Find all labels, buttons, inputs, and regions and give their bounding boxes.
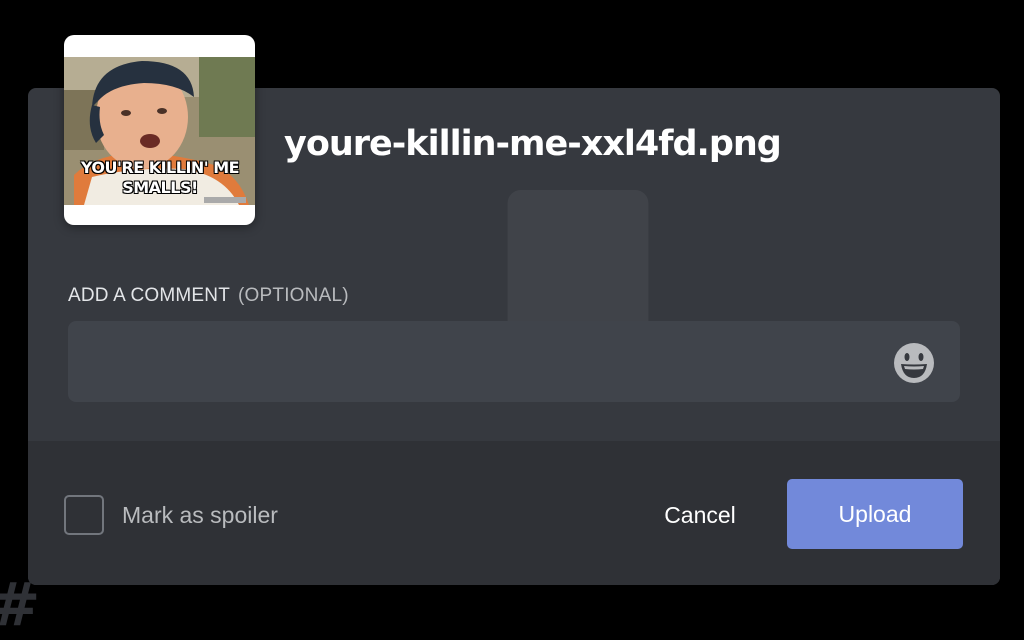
file-name: youre-killin-me-xxl4fd.png <box>284 124 782 164</box>
spoiler-checkbox[interactable] <box>64 495 104 535</box>
modal-footer: Mark as spoiler Cancel Upload <box>28 441 1000 585</box>
meme-caption-line-2: SMALLS! <box>122 178 198 197</box>
smiling-face-icon[interactable] <box>892 341 936 385</box>
mark-as-spoiler-toggle[interactable]: Mark as spoiler <box>64 491 278 539</box>
comment-box <box>68 321 960 404</box>
comment-label-text: ADD A COMMENT <box>68 285 231 306</box>
comment-optional-text: (OPTIONAL) <box>238 285 349 306</box>
comment-label: ADD A COMMENT (OPTIONAL) <box>68 285 349 307</box>
spoiler-label: Mark as spoiler <box>122 501 278 528</box>
meme-caption: YOU'RE KILLIN' ME SMALLS! <box>70 158 250 198</box>
file-thumbnail: YOU'RE KILLIN' ME SMALLS! <box>64 35 255 225</box>
meme-caption-line-1: YOU'RE KILLIN' ME <box>80 158 240 177</box>
cancel-button[interactable]: Cancel <box>646 491 754 539</box>
comment-input[interactable] <box>86 321 890 404</box>
upload-button[interactable]: Upload <box>787 479 963 549</box>
